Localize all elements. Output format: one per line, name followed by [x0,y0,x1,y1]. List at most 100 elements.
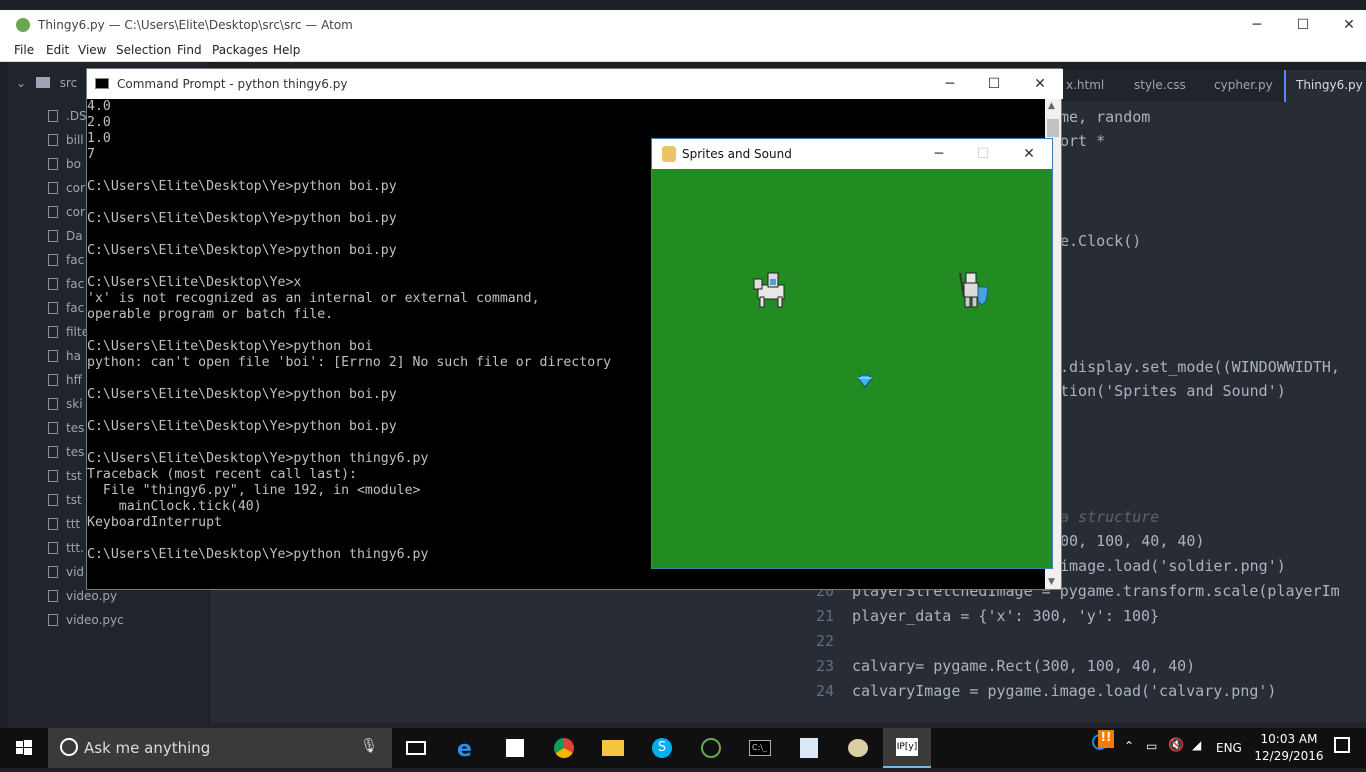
file-icon [48,302,58,314]
tree-file-item[interactable]: video.pyc [48,610,124,630]
scroll-down-icon[interactable]: ▼ [1048,577,1055,587]
tree-file-item[interactable]: ttt [48,514,80,534]
tab-thingy6-py[interactable]: Thingy6.py [1284,70,1366,102]
menu-file[interactable]: File [14,43,34,57]
system-tray: !! ⌃ ▭ 🔇 ◢ ENG 10:03 AM 12/29/2016 [1084,728,1366,768]
console-line: 7 [87,147,95,162]
tab-cypher-py[interactable]: cypher.py [1214,78,1273,92]
tree-file-item[interactable]: hff [48,370,82,390]
console-line: 'x' is not recognized as an internal or … [87,291,540,306]
console-line: C:\Users\Elite\Desktop\Ye>python boi [87,339,373,354]
tree-file-item[interactable]: fac [48,298,84,318]
clock-date[interactable]: 12/29/2016 [1254,749,1324,763]
task-view-icon[interactable] [392,728,440,768]
file-icon [48,398,58,410]
close-button[interactable]: ✕ [1326,10,1366,40]
cmd-scroll-thumb[interactable] [1047,119,1059,137]
tree-file-item[interactable]: ha [48,346,81,366]
cmd-maximize-button[interactable]: ☐ [971,69,1017,99]
tree-file-label: bo [66,157,81,171]
battery-icon[interactable]: ▭ [1146,739,1157,753]
atom-app-icon[interactable] [687,728,735,768]
atom-window-title: Thingy6.py — C:\Users\Elite\Desktop\src\… [38,18,353,32]
tree-file-item[interactable]: bo [48,154,81,174]
wifi-icon[interactable]: ◢ [1192,738,1201,752]
volume-icon[interactable]: 🔇 [1168,738,1184,753]
code-line: image.load('soldier.png') [1060,557,1286,575]
tree-root-folder[interactable]: ⌄ src [16,76,77,90]
menu-selection[interactable]: Selection [116,43,171,57]
console-line: File "thingy6.py", line 192, in <module> [87,483,421,498]
tree-file-label: ha [66,349,81,363]
tree-file-item[interactable]: tst [48,466,82,486]
tree-file-label: video.py [66,589,118,603]
tree-file-item[interactable]: fac [48,250,84,270]
file-explorer-icon[interactable] [589,728,637,768]
tree-file-item[interactable]: ski [48,394,83,414]
pygame-minimize-button[interactable]: ─ [916,139,962,169]
paint-palette-icon[interactable] [834,728,882,768]
tree-file-item[interactable]: vid [48,562,84,582]
clock-time[interactable]: 10:03 AM [1254,732,1324,746]
edge-browser-icon[interactable]: e [443,728,491,768]
minimize-button[interactable]: ─ [1234,10,1280,40]
cmd-minimize-button[interactable]: ─ [927,69,973,99]
code-line: e.Clock() [1060,232,1142,250]
game-canvas[interactable] [652,169,1052,568]
tree-file-item[interactable]: .DS [48,106,87,126]
gem-sprite [857,374,873,388]
cmd-close-button[interactable]: ✕ [1017,69,1063,99]
chevron-up-icon[interactable]: ⌃ [1124,739,1134,753]
console-line: mainClock.tick(40) [87,499,262,514]
tree-file-item[interactable]: ttt. [48,538,84,558]
tree-file-item[interactable]: filte [48,322,89,342]
middle-pane [210,585,790,725]
file-icon [48,518,58,530]
search-placeholder: Ask me anything [84,739,211,757]
menu-find[interactable]: Find [177,43,202,57]
chrome-icon[interactable] [540,728,588,768]
file-icon [48,590,58,602]
console-line: KeyboardInterrupt [87,515,222,530]
file-icon [48,494,58,506]
code-line: calvaryImage = pygame.image.load('calvar… [852,682,1277,700]
start-button[interactable] [0,728,48,768]
tree-file-item[interactable]: bill [48,130,84,150]
line-number: 24 [815,682,834,700]
menu-view[interactable]: View [78,43,106,57]
scroll-up-icon[interactable]: ▲ [1048,101,1055,111]
cortana-search-box[interactable]: Ask me anything 🎙 [48,728,392,768]
pygame-title-bar: Sprites and Sound ─ ☐ ✕ [652,139,1052,169]
console-line: C:\Users\Elite\Desktop\Ye>python boi.py [87,243,397,258]
menu-packages[interactable]: Packages [212,43,268,57]
tree-file-item[interactable]: fac [48,274,84,294]
tree-file-item[interactable]: cor [48,202,85,222]
tree-file-item[interactable]: tes [48,418,84,438]
cmd-app-icon[interactable]: C:\_ [736,728,784,768]
tree-file-item[interactable]: tst [48,490,82,510]
skype-icon[interactable]: S [638,728,686,768]
tree-file-label: ski [66,397,83,411]
maximize-button[interactable]: ☐ [1280,10,1326,40]
pygame-close-button[interactable]: ✕ [1006,139,1052,169]
soldier-sprite [959,272,989,308]
tree-file-item[interactable]: cor [48,178,85,198]
tree-file-item[interactable]: Da [48,226,83,246]
code-line: player_data = {'x': 300, 'y': 100} [852,607,1160,625]
microphone-icon[interactable]: 🎙 [360,738,378,754]
console-line: 2.0 [87,115,111,130]
menu-edit[interactable]: Edit [46,43,69,57]
action-center-icon[interactable] [1334,737,1350,753]
warning-icon[interactable]: !! [1098,730,1114,748]
cmd-icon [95,78,109,89]
tab-style-css[interactable]: style.css [1134,78,1186,92]
code-line: ort * [1060,132,1106,150]
language-indicator[interactable]: ENG [1216,741,1242,755]
tree-file-item[interactable]: tes [48,442,84,462]
paint-icon[interactable] [785,728,833,768]
tab-x-html[interactable]: x.html [1066,78,1104,92]
store-icon[interactable] [491,728,539,768]
line-number: 22 [815,632,834,650]
menu-help[interactable]: Help [273,43,300,57]
python-ipy-icon[interactable]: IP[y] [883,728,931,768]
